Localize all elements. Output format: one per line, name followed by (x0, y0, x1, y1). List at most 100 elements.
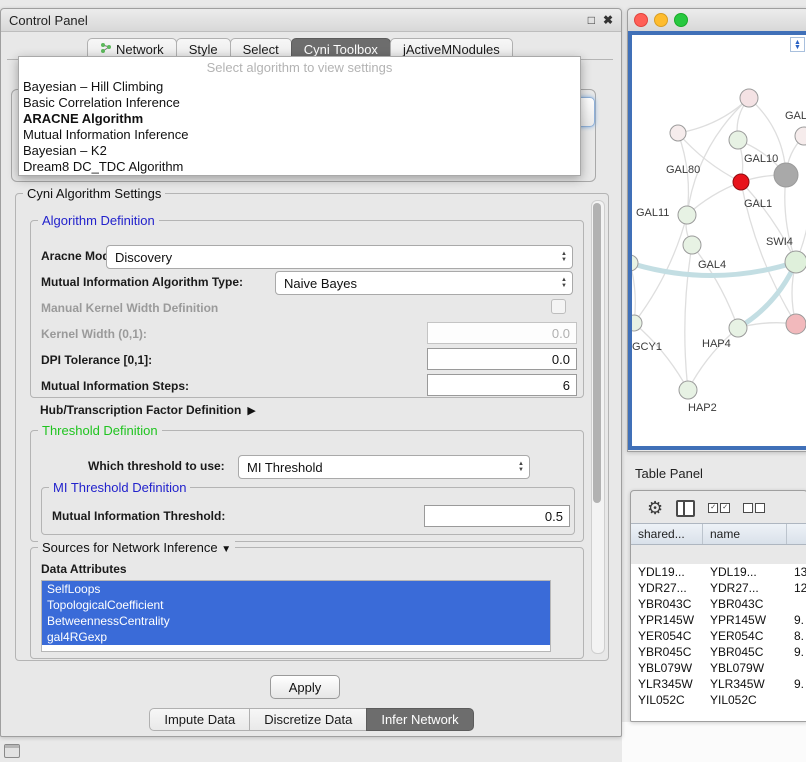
mi-type-select[interactable]: Naive Bayes ▲▼ (275, 271, 573, 295)
manual-kernel-checkbox[interactable] (551, 299, 566, 314)
settings-scrollbar-thumb[interactable] (593, 203, 601, 503)
which-threshold-select[interactable]: MI Threshold ▲▼ (238, 455, 530, 479)
sources-title[interactable]: Sources for Network Inference ▼ (38, 540, 235, 555)
close-traffic-icon[interactable] (634, 13, 648, 27)
table-row[interactable]: YBR045CYBR045C9. (631, 644, 806, 660)
attribute-item[interactable]: BetweennessCentrality (42, 613, 550, 629)
network-canvas[interactable]: GAL80GAL10GAL11GAL1SWI4GAL4GCY1HAP4HAP2G… (632, 35, 806, 446)
mi-threshold-definition-title: MI Threshold Definition (49, 480, 190, 495)
float-window-icon[interactable]: □ (588, 13, 595, 27)
close-window-icon[interactable]: ✖ (603, 13, 613, 27)
table-cell: YER054C (703, 629, 787, 643)
kernel-width-field[interactable]: 0.0 (427, 322, 577, 344)
bottom-tab-infer-network[interactable]: Infer Network (366, 708, 473, 731)
settings-scrollbar[interactable] (591, 200, 605, 654)
mi-threshold-label: Mutual Information Threshold: (52, 509, 225, 523)
network-window-titlebar[interactable] (628, 9, 806, 32)
algorithm-item[interactable]: Basic Correlation Inference (19, 95, 580, 111)
mi-threshold-field[interactable]: 0.5 (424, 505, 570, 527)
dpi-tolerance-field[interactable]: 0.0 (427, 348, 577, 370)
minimize-traffic-icon[interactable] (654, 13, 668, 27)
network-edge[interactable] (678, 98, 749, 133)
expander-expanded-icon: ▼ (221, 544, 231, 555)
column-header[interactable]: shared... (631, 524, 703, 544)
table-row[interactable]: YLR345WYLR345W9. (631, 676, 806, 692)
network-node[interactable] (683, 236, 701, 254)
algorithm-definition-group: Algorithm Definition Aracne Mode: Discov… (30, 220, 584, 398)
network-edge[interactable] (685, 245, 692, 390)
network-node-label: GAL11 (636, 207, 669, 219)
which-threshold-value: MI Threshold (239, 460, 513, 475)
algorithm-dropdown-popup: Select algorithm to view settings Bayesi… (18, 56, 581, 176)
attribute-item[interactable]: SelfLoops (42, 581, 550, 597)
mi-steps-field[interactable]: 6 (427, 374, 577, 396)
algorithm-item[interactable]: Dream8 DC_TDC Algorithm (19, 159, 580, 175)
algorithm-item[interactable]: ARACNE Algorithm (19, 111, 580, 127)
table-panel-window: ⚙ ✓✓ shared...name YDL19...YDL19...13YDR… (630, 490, 806, 722)
table-row[interactable]: YDL19...YDL19...13 (631, 564, 806, 580)
column-header[interactable] (787, 524, 806, 544)
network-edge[interactable] (741, 182, 796, 262)
table-cell: YPR145W (703, 613, 787, 627)
desktop: Control Panel □ ✖ NetworkStyleSelectCyni… (0, 0, 806, 762)
bottom-tab-discretize-data[interactable]: Discretize Data (249, 708, 367, 731)
network-node[interactable] (632, 255, 638, 271)
network-node[interactable] (774, 163, 798, 187)
aracne-mode-select[interactable]: Discovery ▲▼ (106, 245, 573, 269)
column-header[interactable]: name (703, 524, 787, 544)
columns-icon[interactable] (676, 500, 695, 517)
tab-label: Cyni Toolbox (304, 42, 378, 57)
table-cell: YBR043C (631, 597, 703, 611)
zoom-traffic-icon[interactable] (674, 13, 688, 27)
hub-definition-label: Hub/Transcription Factor Definition (40, 403, 241, 417)
bottom-tabs: Impute DataDiscretize DataInfer Network (1, 708, 621, 731)
table-row[interactable]: YER054CYER054C8. (631, 628, 806, 644)
apply-button[interactable]: Apply (270, 675, 340, 699)
table-cell: YBR043C (703, 597, 787, 611)
network-edge[interactable] (785, 175, 796, 262)
network-node[interactable] (786, 314, 806, 334)
network-edge[interactable] (634, 323, 688, 390)
algorithm-item[interactable]: Bayesian – Hill Climbing (19, 79, 580, 95)
bottom-tab-impute-data[interactable]: Impute Data (149, 708, 250, 731)
table-row[interactable]: YDR27...YDR27...12 (631, 580, 806, 596)
select-all-icon[interactable]: ✓✓ (708, 503, 730, 513)
control-panel-titlebar[interactable]: Control Panel □ ✖ (1, 9, 621, 32)
attribute-item[interactable]: gal4RGexp (42, 629, 550, 645)
network-edge[interactable] (692, 245, 738, 328)
network-node[interactable] (678, 206, 696, 224)
tab-label: Network (116, 42, 164, 57)
network-node[interactable] (729, 131, 747, 149)
network-node[interactable] (670, 125, 686, 141)
network-node[interactable] (740, 89, 758, 107)
minimized-panel-icon[interactable] (4, 744, 20, 758)
network-node[interactable] (785, 251, 806, 273)
deselect-all-icon[interactable] (743, 503, 765, 513)
control-panel-title: Control Panel (9, 13, 88, 28)
algorithm-item[interactable]: Mutual Information Inference (19, 127, 580, 143)
manual-kernel-label: Manual Kernel Width Definition (41, 301, 218, 315)
background-area (622, 722, 806, 762)
table-row[interactable]: YPR145WYPR145W9. (631, 612, 806, 628)
cyni-algorithm-settings-group: Cyni Algorithm Settings Algorithm Defini… (15, 193, 609, 661)
gear-icon[interactable]: ⚙ (647, 499, 663, 517)
table-row[interactable]: YBR043CYBR043C (631, 596, 806, 612)
view-scroll-corner[interactable]: ▲▼ (790, 37, 805, 52)
hub-definition-expander[interactable]: Hub/Transcription Factor Definition ▶ (40, 403, 256, 417)
attribute-item[interactable]: TopologicalCoefficient (42, 597, 550, 613)
network-view[interactable]: GAL80GAL10GAL11GAL1SWI4GAL4GCY1HAP4HAP2G… (628, 31, 806, 450)
tab-label: Style (189, 42, 218, 57)
network-node-label: GAL80 (666, 164, 700, 176)
algorithm-item[interactable]: Bayesian – K2 (19, 143, 580, 159)
which-threshold-label: Which threshold to use: (88, 459, 225, 473)
table-row[interactable]: YBL079WYBL079W (631, 660, 806, 676)
network-node[interactable] (733, 174, 749, 190)
network-edge[interactable] (632, 263, 635, 323)
network-node[interactable] (679, 381, 697, 399)
network-node[interactable] (729, 319, 747, 337)
network-edge[interactable] (796, 136, 806, 262)
network-node[interactable] (795, 127, 806, 145)
data-attributes-list[interactable]: SelfLoopsTopologicalCoefficientBetweenne… (41, 580, 551, 652)
table-cell: YLR345W (703, 677, 787, 691)
table-row[interactable]: YIL052CYIL052C (631, 692, 806, 708)
